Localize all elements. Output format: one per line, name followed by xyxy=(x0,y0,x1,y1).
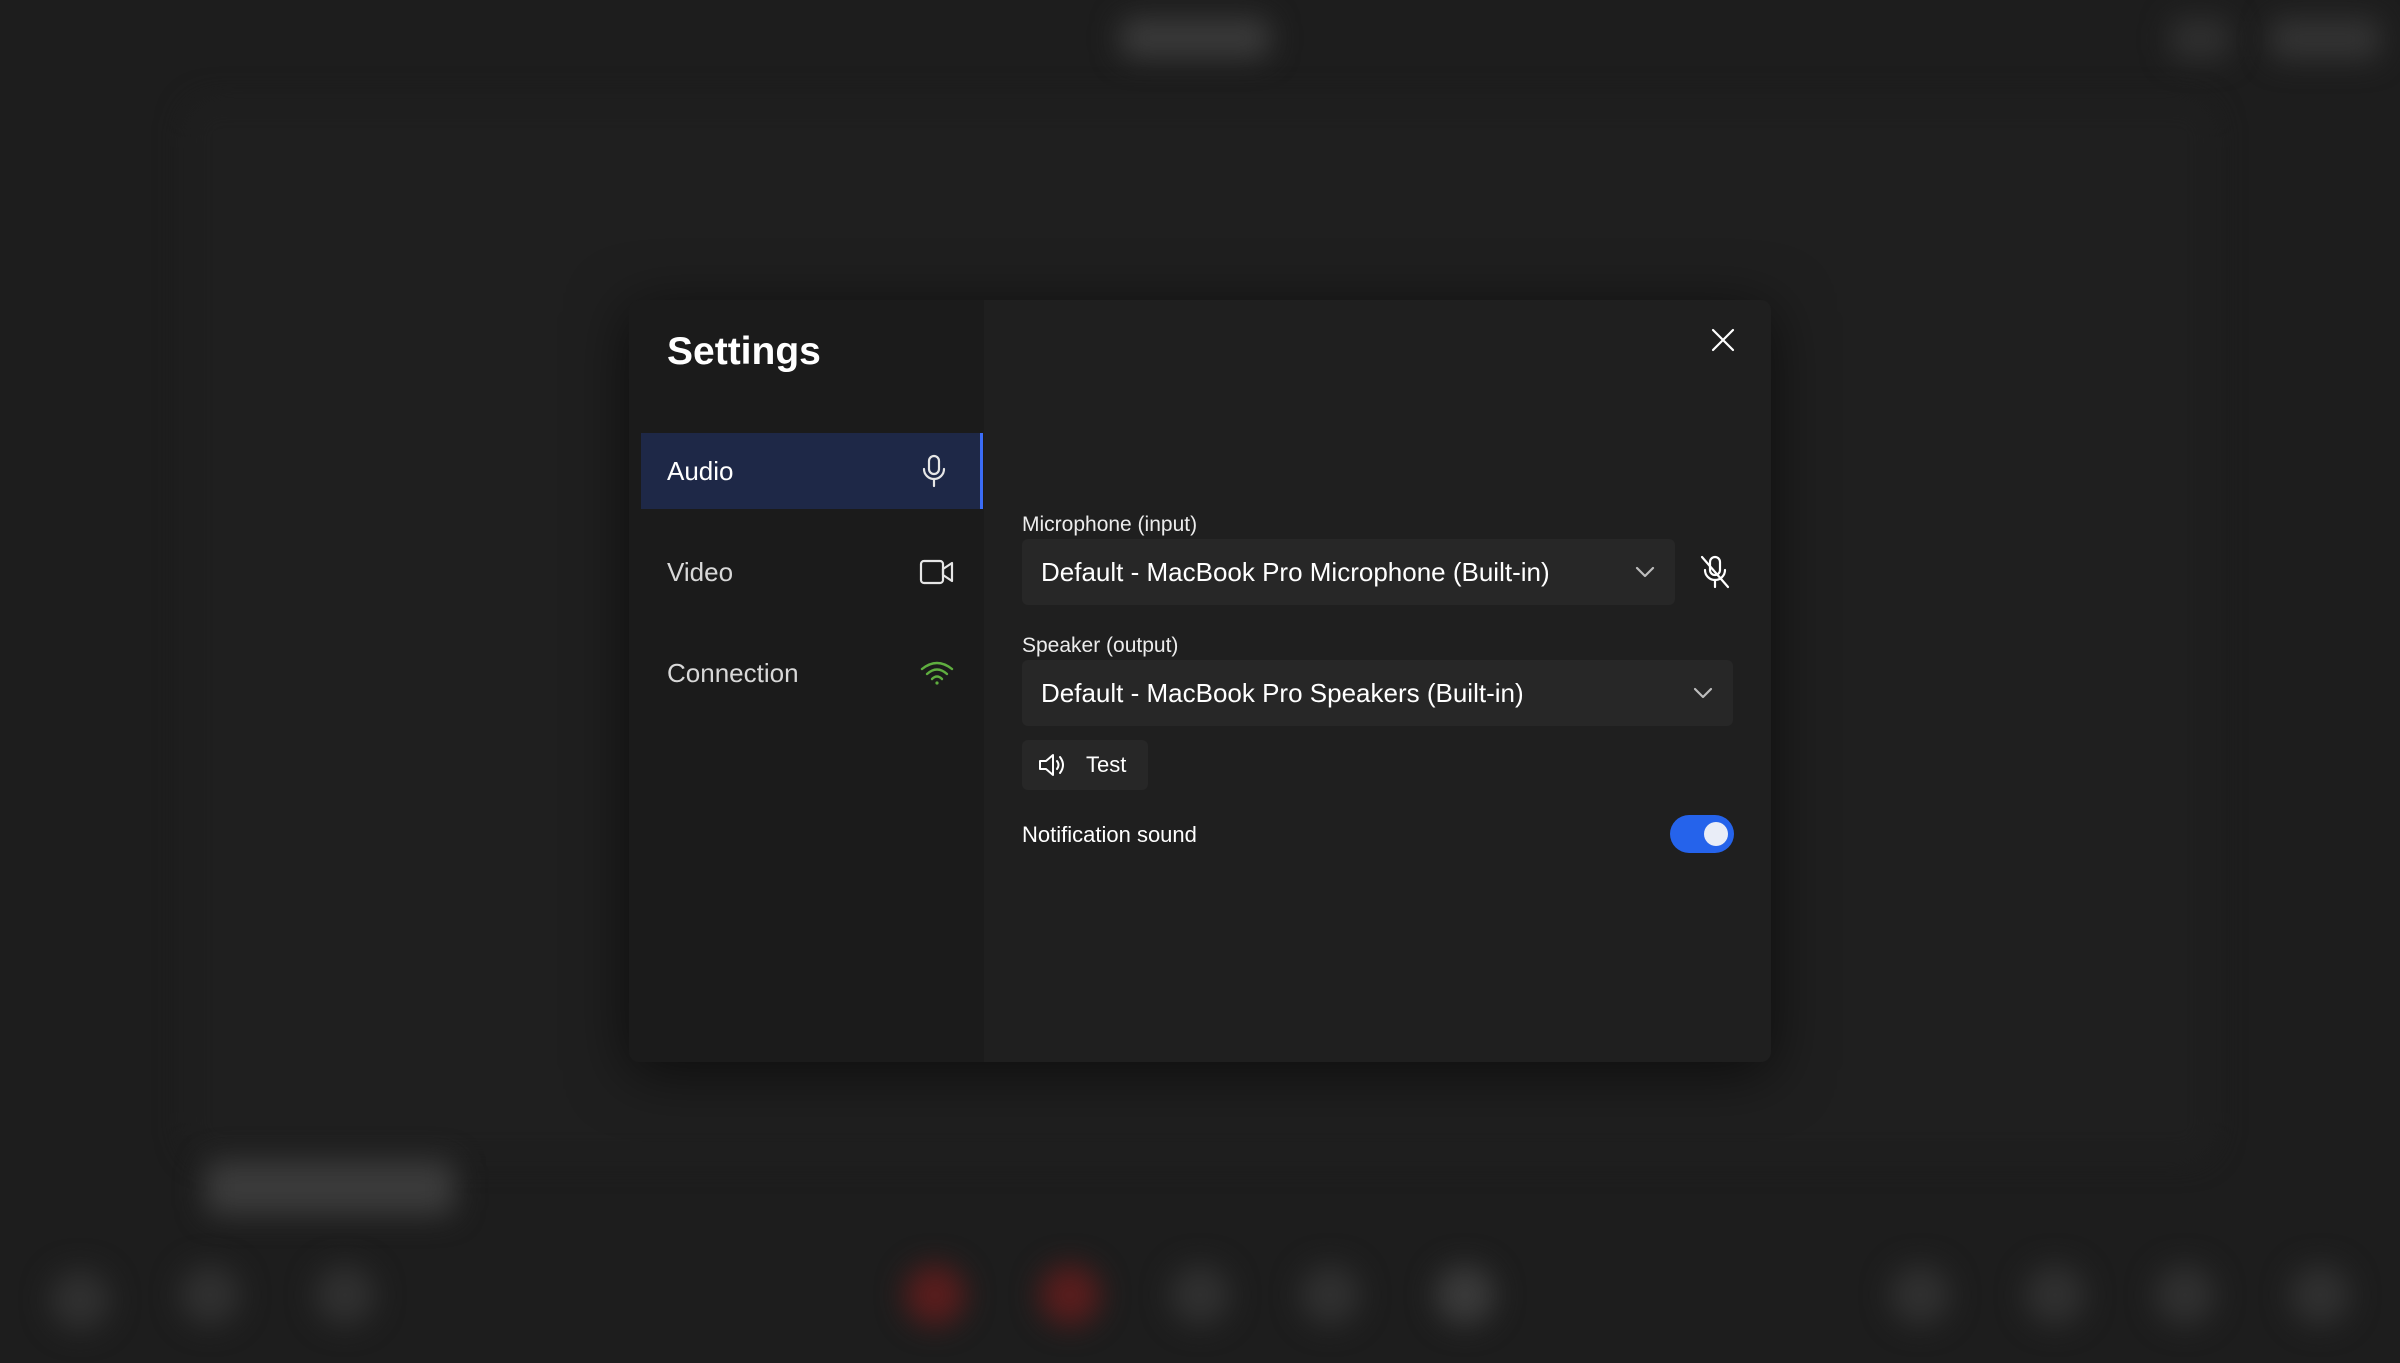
speaker-select[interactable]: Default - MacBook Pro Speakers (Built-in… xyxy=(1022,660,1733,726)
close-button[interactable] xyxy=(1705,322,1741,358)
microphone-icon xyxy=(914,451,954,491)
toolbar-button-blurred xyxy=(1300,1265,1360,1325)
microphone-label: Microphone (input) xyxy=(1022,513,1198,536)
toolbar-button-blurred xyxy=(1040,1265,1100,1325)
top-button-blurred xyxy=(2270,18,2380,60)
sidebar-item-label: Connection xyxy=(667,657,799,688)
meeting-title-blurred xyxy=(1120,18,1270,58)
speaker-select-value: Default - MacBook Pro Speakers (Built-in… xyxy=(1041,677,1524,708)
participant-name-blurred xyxy=(205,1160,455,1215)
notification-sound-toggle[interactable] xyxy=(1670,815,1734,853)
toolbar-button-blurred xyxy=(2290,1265,2350,1325)
toolbar-button-blurred xyxy=(1170,1265,1230,1325)
toolbar-button-blurred xyxy=(905,1265,965,1325)
toolbar-button-blurred xyxy=(1890,1265,1950,1325)
speaker-icon xyxy=(1038,750,1068,780)
microphone-select[interactable]: Default - MacBook Pro Microphone (Built-… xyxy=(1022,539,1675,605)
sidebar-item-label: Video xyxy=(667,556,734,587)
toolbar-button-blurred xyxy=(2155,1265,2215,1325)
notification-sound-label: Notification sound xyxy=(1022,822,1197,847)
test-button-label: Test xyxy=(1086,752,1127,777)
top-button-blurred xyxy=(2170,18,2230,60)
settings-dialog: Settings Audio Video Connection Micropho… xyxy=(629,300,1771,1062)
video-camera-icon xyxy=(917,552,957,592)
toolbar-button-blurred xyxy=(1435,1265,1495,1325)
sidebar-item-label: Audio xyxy=(667,455,734,486)
sidebar-item-audio[interactable]: Audio xyxy=(641,433,983,509)
wifi-icon xyxy=(917,653,957,693)
test-speaker-button[interactable]: Test xyxy=(1022,740,1148,790)
close-icon xyxy=(1711,328,1735,352)
sidebar-item-video[interactable]: Video xyxy=(641,534,983,610)
microphone-off-icon xyxy=(1700,555,1730,589)
toggle-knob xyxy=(1704,822,1728,846)
settings-sidebar: Settings Audio Video Connection xyxy=(629,300,984,1062)
microphone-select-value: Default - MacBook Pro Microphone (Built-… xyxy=(1041,556,1550,587)
chevron-down-icon xyxy=(1689,679,1717,707)
speaker-label: Speaker (output) xyxy=(1022,634,1179,657)
microphone-mute-button[interactable] xyxy=(1695,552,1735,592)
toolbar-button-blurred xyxy=(2025,1265,2085,1325)
sidebar-item-connection[interactable]: Connection xyxy=(641,635,983,711)
toolbar-button-blurred xyxy=(180,1265,240,1325)
dialog-title: Settings xyxy=(667,330,821,373)
toolbar-button-blurred xyxy=(50,1270,110,1330)
toolbar-button-blurred xyxy=(315,1265,375,1325)
chevron-down-icon xyxy=(1631,558,1659,586)
